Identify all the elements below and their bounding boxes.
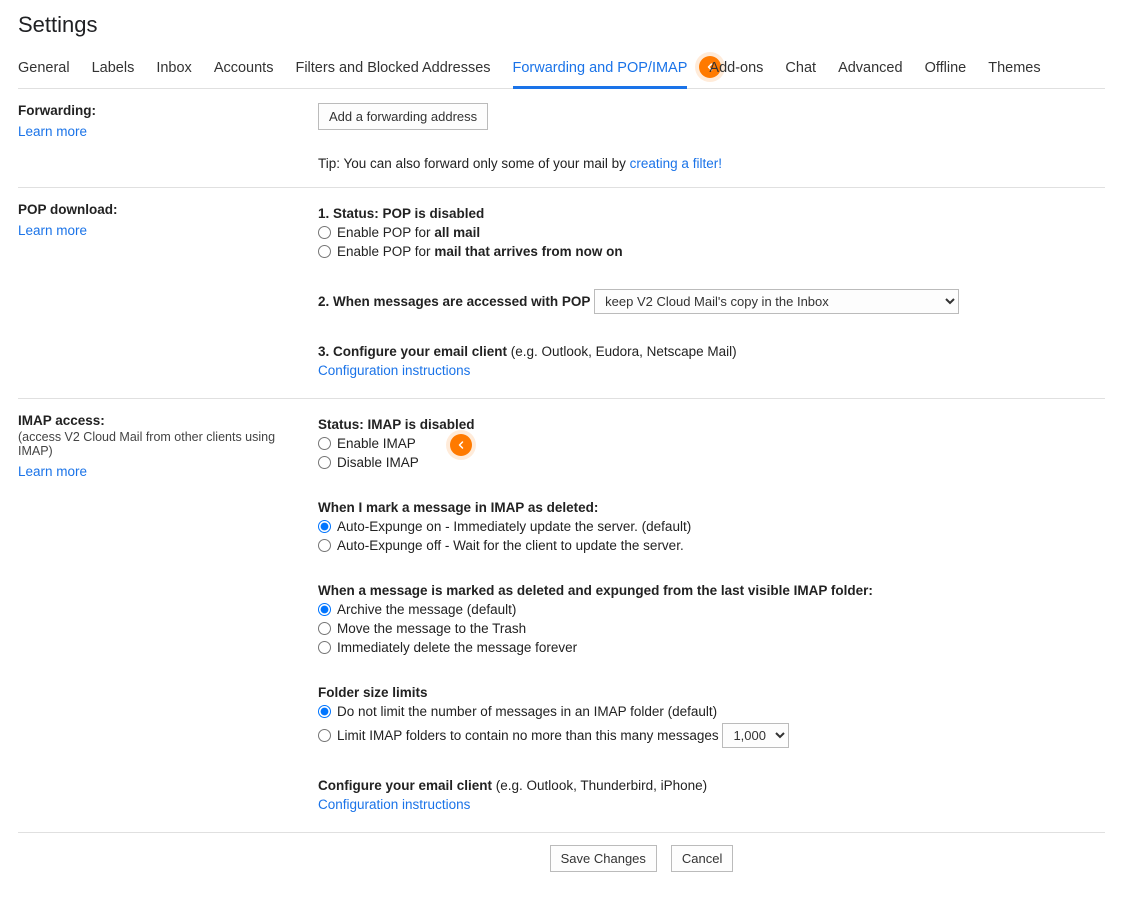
imap-enable-radio[interactable] [318,437,331,450]
forwarding-tip: Tip: You can also forward only some of y… [318,156,1105,171]
tab-inbox[interactable]: Inbox [156,48,191,88]
imap-expunged-trash-radio[interactable] [318,622,331,635]
tab-filters-and-blocked-addresses[interactable]: Filters and Blocked Addresses [295,48,490,88]
imap-expunge-on-radio[interactable] [318,520,331,533]
tab-forwarding-and-pop-imap[interactable]: Forwarding and POP/IMAP [513,48,688,89]
imap-folder-limit-label: Limit IMAP folders to contain no more th… [337,728,719,743]
tab-advanced[interactable]: Advanced [838,48,903,88]
section-forwarding: Forwarding: Learn more Add a forwarding … [18,89,1105,188]
imap-enable-label: Enable IMAP [337,436,416,451]
pop-status-prefix: 1. Status: [318,206,383,221]
save-changes-button[interactable]: Save Changes [550,845,657,872]
imap-expunged-archive-radio[interactable] [318,603,331,616]
tab-general[interactable]: General [18,48,70,88]
imap-status-prefix: Status: [318,417,368,432]
tab-chat[interactable]: Chat [785,48,816,88]
imap-folder-limit-radio[interactable] [318,729,331,742]
creating-a-filter-link[interactable]: creating a filter! [630,156,722,171]
imap-header: IMAP access: [18,413,308,428]
imap-expunge-off-label: Auto-Expunge off - Wait for the client t… [337,538,684,553]
pop-configuration-instructions-link[interactable]: Configuration instructions [318,363,470,378]
button-row: Save Changes Cancel [98,833,1123,884]
pop-access-action-select[interactable]: keep V2 Cloud Mail's copy in the Inbox [594,289,959,314]
imap-disable-label: Disable IMAP [337,455,419,470]
tab-add-ons[interactable]: Add-ons [709,48,763,88]
tab-accounts[interactable]: Accounts [214,48,274,88]
section-imap: IMAP access: (access V2 Cloud Mail from … [18,399,1105,833]
imap-expunge-on-label: Auto-Expunge on - Immediately update the… [337,519,691,534]
imap-status-value: IMAP is disabled [368,417,475,432]
imap-expunged-trash-label: Move the message to the Trash [337,621,526,636]
imap-folder-limit-select[interactable]: 1,000 [722,723,789,748]
tab-offline[interactable]: Offline [925,48,967,88]
imap-expunged-delete-label: Immediately delete the message forever [337,640,577,655]
page-title: Settings [18,12,1105,38]
forwarding-learn-more-link[interactable]: Learn more [18,124,87,139]
imap-expunged-header: When a message is marked as deleted and … [318,583,873,598]
pop-step3-label: 3. Configure your email client (e.g. Out… [318,344,737,359]
tab-themes[interactable]: Themes [988,48,1040,88]
pop-header: POP download: [18,202,308,217]
imap-folder-nolimit-radio[interactable] [318,705,331,718]
forwarding-header: Forwarding: [18,103,308,118]
add-forwarding-address-button[interactable]: Add a forwarding address [318,103,488,130]
cancel-button[interactable]: Cancel [671,845,733,872]
imap-folder-nolimit-label: Do not limit the number of messages in a… [337,704,717,719]
pop-enable-nowon-label: Enable POP for mail that arrives from no… [337,244,623,259]
pop-status-value: POP is disabled [383,206,485,221]
imap-expunged-archive-label: Archive the message (default) [337,602,516,617]
pop-step2-label: 2. When messages are accessed with POP [318,294,590,309]
imap-configuration-instructions-link[interactable]: Configuration instructions [318,797,470,812]
imap-subtext: (access V2 Cloud Mail from other clients… [18,430,308,458]
imap-expunged-delete-radio[interactable] [318,641,331,654]
pop-enable-nowon-radio[interactable] [318,245,331,258]
imap-deleted-header: When I mark a message in IMAP as deleted… [318,500,598,515]
pop-enable-allmail-radio[interactable] [318,226,331,239]
pop-enable-allmail-label: Enable POP for all mail [337,225,480,240]
tab-labels[interactable]: Labels [92,48,135,88]
section-pop: POP download: Learn more 1. Status: POP … [18,188,1105,399]
settings-tabbar: General Labels Inbox Accounts Filters and Bl… [18,48,1105,89]
imap-expunge-off-radio[interactable] [318,539,331,552]
pop-learn-more-link[interactable]: Learn more [18,223,87,238]
imap-configure-label: Configure your email client (e.g. Outloo… [318,778,707,793]
imap-folder-header: Folder size limits [318,685,428,700]
imap-learn-more-link[interactable]: Learn more [18,464,87,479]
annotation-arrow-icon [450,434,472,456]
forwarding-tip-text: Tip: You can also forward only some of y… [318,156,630,171]
imap-disable-radio[interactable] [318,456,331,469]
